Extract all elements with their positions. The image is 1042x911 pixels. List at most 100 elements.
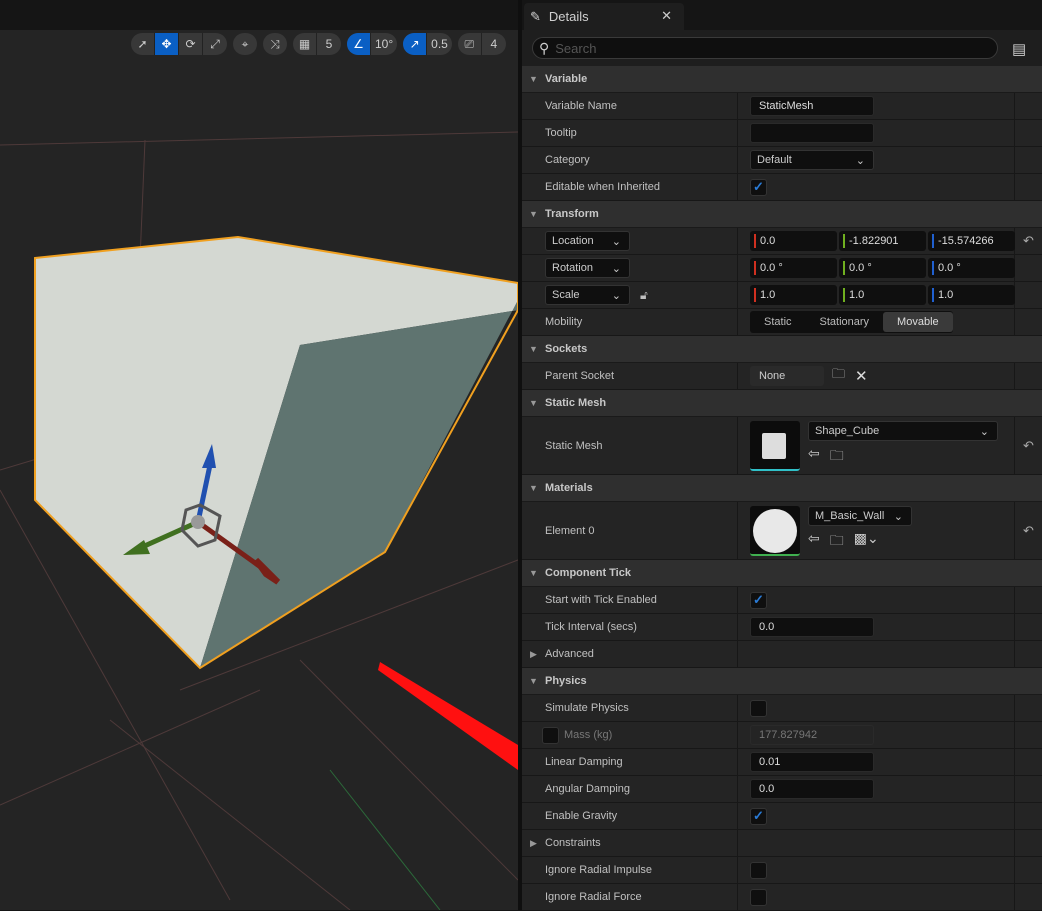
ignore-radial-force-checkbox[interactable]: [750, 888, 767, 906]
rotation-snap-value[interactable]: 10°: [371, 33, 397, 55]
clear-icon[interactable]: ✕: [855, 367, 868, 385]
category-dropdown[interactable]: Default ⌄: [750, 150, 874, 170]
section-variable[interactable]: ▼ Variable: [522, 66, 1042, 93]
scale-dropdown[interactable]: Scale ⌄: [545, 285, 630, 305]
reset-icon[interactable]: ↶: [1015, 417, 1042, 474]
section-static-mesh[interactable]: ▼ Static Mesh: [522, 390, 1042, 417]
angular-damping-input[interactable]: 0.0: [750, 779, 874, 799]
mobility-static[interactable]: Static: [750, 312, 806, 332]
translate-icon[interactable]: ✥: [155, 33, 179, 55]
checker-material-icon[interactable]: ▩⌄: [854, 530, 879, 554]
location-y[interactable]: -1.822901: [839, 231, 926, 251]
row-editable-inherited: Editable when Inherited ✓: [522, 174, 1042, 201]
rotation-dropdown[interactable]: Rotation ⌄: [545, 258, 630, 278]
start-tick-checkbox[interactable]: ✓: [750, 591, 767, 609]
unlock-icon[interactable]: 🔓︎: [640, 288, 648, 303]
row-enable-gravity: Enable Gravity ✓: [522, 803, 1042, 830]
row-category: Category Default ⌄: [522, 147, 1042, 174]
row-mass: Mass (kg) 177.827942: [522, 722, 1042, 749]
surface-snap-icon[interactable]: ⤨: [263, 33, 287, 55]
x-axis-bar: [378, 662, 518, 770]
use-selected-icon[interactable]: ⇦: [808, 445, 820, 469]
row-parent-socket: Parent Socket None 🗀︎ ✕: [522, 363, 1042, 390]
reset-icon[interactable]: ↶: [1015, 502, 1042, 559]
row-mobility: Mobility Static Stationary Movable: [522, 309, 1042, 336]
static-mesh-thumbnail[interactable]: [750, 421, 800, 471]
parent-socket-field[interactable]: None: [750, 366, 824, 386]
row-tick-interval: Tick Interval (secs) 0.0: [522, 614, 1042, 641]
rotate-icon[interactable]: ⟳: [179, 33, 203, 55]
tick-interval-input[interactable]: 0.0: [750, 617, 874, 637]
close-icon[interactable]: ✕: [661, 8, 672, 24]
editable-inherited-checkbox[interactable]: ✓: [750, 178, 767, 196]
mobility-selector: Static Stationary Movable: [750, 311, 953, 333]
rotation-z[interactable]: 0.0 °: [928, 258, 1015, 278]
row-ignore-radial-impulse: Ignore Radial Impulse: [522, 857, 1042, 884]
material-thumbnail[interactable]: [750, 506, 800, 556]
section-transform[interactable]: ▼ Transform: [522, 201, 1042, 228]
select-icon[interactable]: ➚: [131, 33, 155, 55]
selected-cube[interactable]: [34, 235, 518, 670]
browse-icon[interactable]: 🗀︎: [830, 530, 844, 554]
row-scale: Scale ⌄ 🔓︎ 1.0 1.0 1.0: [522, 282, 1042, 309]
mobility-movable[interactable]: Movable: [883, 312, 953, 332]
scale-icon[interactable]: ⤢: [203, 33, 227, 55]
search-input[interactable]: [555, 40, 956, 56]
reset-icon[interactable]: ↶: [1015, 228, 1042, 254]
section-sockets[interactable]: ▼ Sockets: [522, 336, 1042, 363]
mobility-stationary[interactable]: Stationary: [806, 312, 884, 332]
row-simulate-physics: Simulate Physics: [522, 695, 1042, 722]
enable-gravity-checkbox[interactable]: ✓: [750, 807, 767, 825]
grid-snap-value[interactable]: 5: [317, 33, 341, 55]
scale-y[interactable]: 1.0: [839, 285, 926, 305]
row-ignore-radial-force: Ignore Radial Force: [522, 884, 1042, 911]
row-start-tick: Start with Tick Enabled ✓: [522, 587, 1042, 614]
row-linear-damping: Linear Damping 0.01: [522, 749, 1042, 776]
search-box[interactable]: ⚲: [532, 37, 998, 59]
scale-snap-value[interactable]: 0.5: [427, 33, 452, 55]
scale-x[interactable]: 1.0: [750, 285, 837, 305]
location-dropdown[interactable]: Location ⌄: [545, 231, 630, 251]
scale-snap-icon[interactable]: ↗: [403, 33, 428, 55]
linear-damping-input[interactable]: 0.01: [750, 752, 874, 772]
row-constraints[interactable]: ▶ Constraints: [522, 830, 1042, 857]
row-location: Location ⌄ 0.0 -1.822901 -15.574266 ↶: [522, 228, 1042, 255]
camera-speed-icon[interactable]: ⎚: [458, 33, 482, 55]
location-z[interactable]: -15.574266: [928, 231, 1015, 251]
rotation-snap-icon[interactable]: ∠: [347, 33, 371, 55]
use-selected-icon[interactable]: ⇦: [808, 530, 820, 554]
property-matrix-icon[interactable]: ▤: [1012, 40, 1026, 58]
y-axis-line: [329, 769, 441, 910]
browse-icon[interactable]: 🗀︎: [832, 365, 845, 387]
location-x[interactable]: 0.0: [750, 231, 837, 251]
tab-title: Details: [548, 9, 589, 24]
search-icon: ⚲: [539, 39, 550, 56]
ignore-radial-impulse-checkbox[interactable]: [750, 861, 767, 879]
material-dropdown[interactable]: M_Basic_Wall ⌄: [808, 506, 912, 526]
static-mesh-dropdown[interactable]: Shape_Cube ⌄: [808, 421, 998, 441]
grid-snap-icon[interactable]: ▦: [293, 33, 317, 55]
viewport-scene[interactable]: [0, 30, 518, 910]
section-physics[interactable]: ▼ Physics: [522, 668, 1042, 695]
tooltip-input[interactable]: [750, 123, 874, 143]
rotation-x[interactable]: 0.0 °: [750, 258, 837, 278]
details-pencil-icon: ✎: [530, 8, 541, 24]
section-materials[interactable]: ▼ Materials: [522, 475, 1042, 502]
coordinate-space-icon[interactable]: ⌖: [233, 33, 257, 55]
variable-name-input[interactable]: StaticMesh: [750, 96, 874, 116]
camera-speed-value[interactable]: 4: [482, 33, 506, 55]
level-viewport[interactable]: ➚ ✥ ⟳ ⤢ ⌖ ⤨ ▦ 5 ∠ 10° ↗ 0.5 ⎚ 4: [0, 30, 518, 910]
mass-input: 177.827942: [750, 725, 874, 745]
tab-details[interactable]: ✎ Details ✕: [524, 3, 684, 30]
row-advanced[interactable]: ▶ Advanced: [522, 641, 1042, 668]
scale-z[interactable]: 1.0: [928, 285, 1015, 305]
rotation-y[interactable]: 0.0 °: [839, 258, 926, 278]
mass-override-checkbox[interactable]: [542, 726, 559, 744]
row-rotation: Rotation ⌄ 0.0 ° 0.0 ° 0.0 °: [522, 255, 1042, 282]
section-component-tick[interactable]: ▼ Component Tick: [522, 560, 1042, 587]
row-angular-damping: Angular Damping 0.0: [522, 776, 1042, 803]
viewport-toolbar: ➚ ✥ ⟳ ⤢ ⌖ ⤨ ▦ 5 ∠ 10° ↗ 0.5 ⎚ 4: [131, 33, 506, 55]
browse-icon[interactable]: 🗀︎: [830, 445, 844, 469]
simulate-physics-checkbox[interactable]: [750, 699, 767, 717]
row-element-0: Element 0 M_Basic_Wall ⌄ ⇦ 🗀︎ ▩⌄ ↶: [522, 502, 1042, 560]
